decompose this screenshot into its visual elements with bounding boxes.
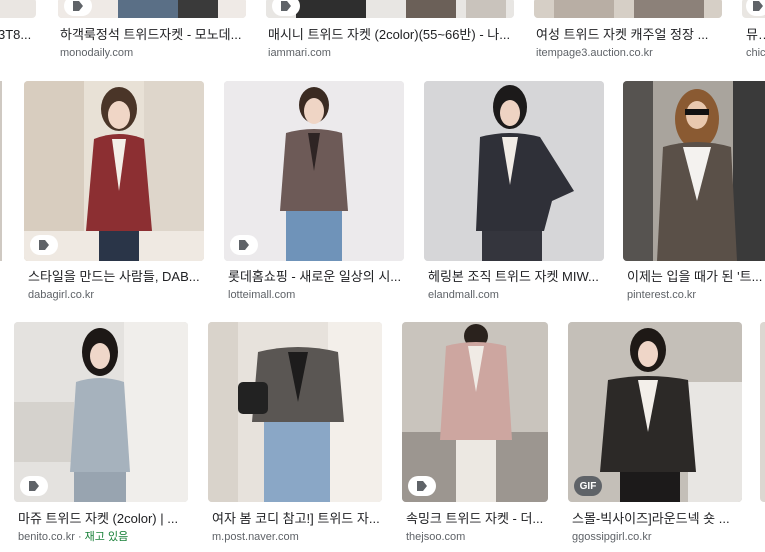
- tag-icon: [239, 240, 249, 250]
- separator: ·: [77, 531, 82, 543]
- gif-label: GIF: [579, 480, 597, 492]
- result-title[interactable]: 여자 봄 코디 참고!] 트위드 자...: [212, 511, 382, 527]
- result-source: pinterest.co.kr: [627, 289, 697, 301]
- result-title[interactable]: 매시니 트위드 자켓 (2color)(55~66반) - 나...: [268, 27, 516, 43]
- result-title[interactable]: 마쥬 트위드 자켓 (2color) | ...: [18, 511, 188, 527]
- result-title[interactable]: 뮤트: [746, 27, 765, 43]
- result-title[interactable]: 스몰-빅사이즈]라운드넥 숏 ...: [572, 511, 742, 527]
- tag-badge: [30, 235, 58, 255]
- result-title[interactable]: 롯데홈쇼핑 - 새로운 일상의 시...: [228, 269, 404, 285]
- result-source: itempage3.auction.co.kr: [536, 47, 653, 59]
- in-stock-label: 재고 있음: [84, 531, 129, 543]
- result-thumbnail[interactable]: [623, 81, 765, 261]
- tag-badge: [20, 476, 48, 496]
- result-thumbnail[interactable]: [224, 81, 404, 261]
- result-title[interactable]: 하객룩정석 트위드자켓 - 모노데...: [60, 27, 250, 43]
- result-source: monodaily.com: [60, 47, 134, 59]
- tag-badge: [272, 0, 300, 16]
- tag-badge: [64, 0, 92, 16]
- result-thumbnail[interactable]: [742, 0, 765, 18]
- tag-icon: [281, 1, 291, 11]
- tag-icon: [29, 481, 39, 491]
- result-thumbnail[interactable]: GIF: [568, 322, 742, 502]
- result-thumbnail[interactable]: [0, 81, 2, 261]
- tag-badge: [746, 0, 765, 16]
- result-thumbnail[interactable]: [266, 0, 514, 18]
- result-source: thejsoo.com: [406, 531, 466, 543]
- tag-icon: [73, 1, 83, 11]
- result-source: lotteimall.com: [228, 289, 296, 301]
- result-thumbnail[interactable]: [402, 322, 548, 502]
- tag-icon: [39, 240, 49, 250]
- tag-icon: [753, 1, 763, 11]
- result-thumbnail[interactable]: [208, 322, 382, 502]
- result-thumbnail[interactable]: [534, 0, 722, 18]
- result-source: elandmall.com: [428, 289, 499, 301]
- gif-badge: GIF: [574, 476, 602, 496]
- result-title[interactable]: 헤링본 조직 트위드 자켓 MIW...: [428, 269, 604, 285]
- result-title[interactable]: 속밍크 트위드 자켓 - 더...: [406, 511, 548, 527]
- result-title[interactable]: 3T8...: [0, 27, 38, 43]
- result-source: iammari.com: [268, 47, 331, 59]
- result-thumbnail[interactable]: [760, 322, 765, 502]
- result-source: dabagirl.co.kr: [28, 289, 95, 301]
- result-thumbnail[interactable]: [0, 0, 36, 18]
- tag-badge: [408, 476, 436, 496]
- result-thumbnail[interactable]: [24, 81, 204, 261]
- result-source: chic: [746, 47, 765, 59]
- result-source-domain: benito.co.kr: [18, 531, 75, 543]
- result-thumbnail[interactable]: [14, 322, 188, 502]
- result-thumbnail[interactable]: [424, 81, 604, 261]
- result-thumbnail[interactable]: [58, 0, 246, 18]
- tag-badge: [230, 235, 258, 255]
- result-title[interactable]: 스타일을 만드는 사람들, DAB...: [28, 269, 208, 285]
- result-source: benito.co.kr · 재고 있음: [18, 530, 188, 544]
- result-source: ggossipgirl.co.kr: [572, 531, 652, 543]
- result-title[interactable]: 여성 트위드 자켓 캐주얼 정장 ...: [536, 27, 722, 43]
- result-title[interactable]: 이제는 입을 때가 된 '트...: [627, 269, 765, 285]
- tag-icon: [417, 481, 427, 491]
- result-source: m.post.naver.com: [212, 531, 299, 543]
